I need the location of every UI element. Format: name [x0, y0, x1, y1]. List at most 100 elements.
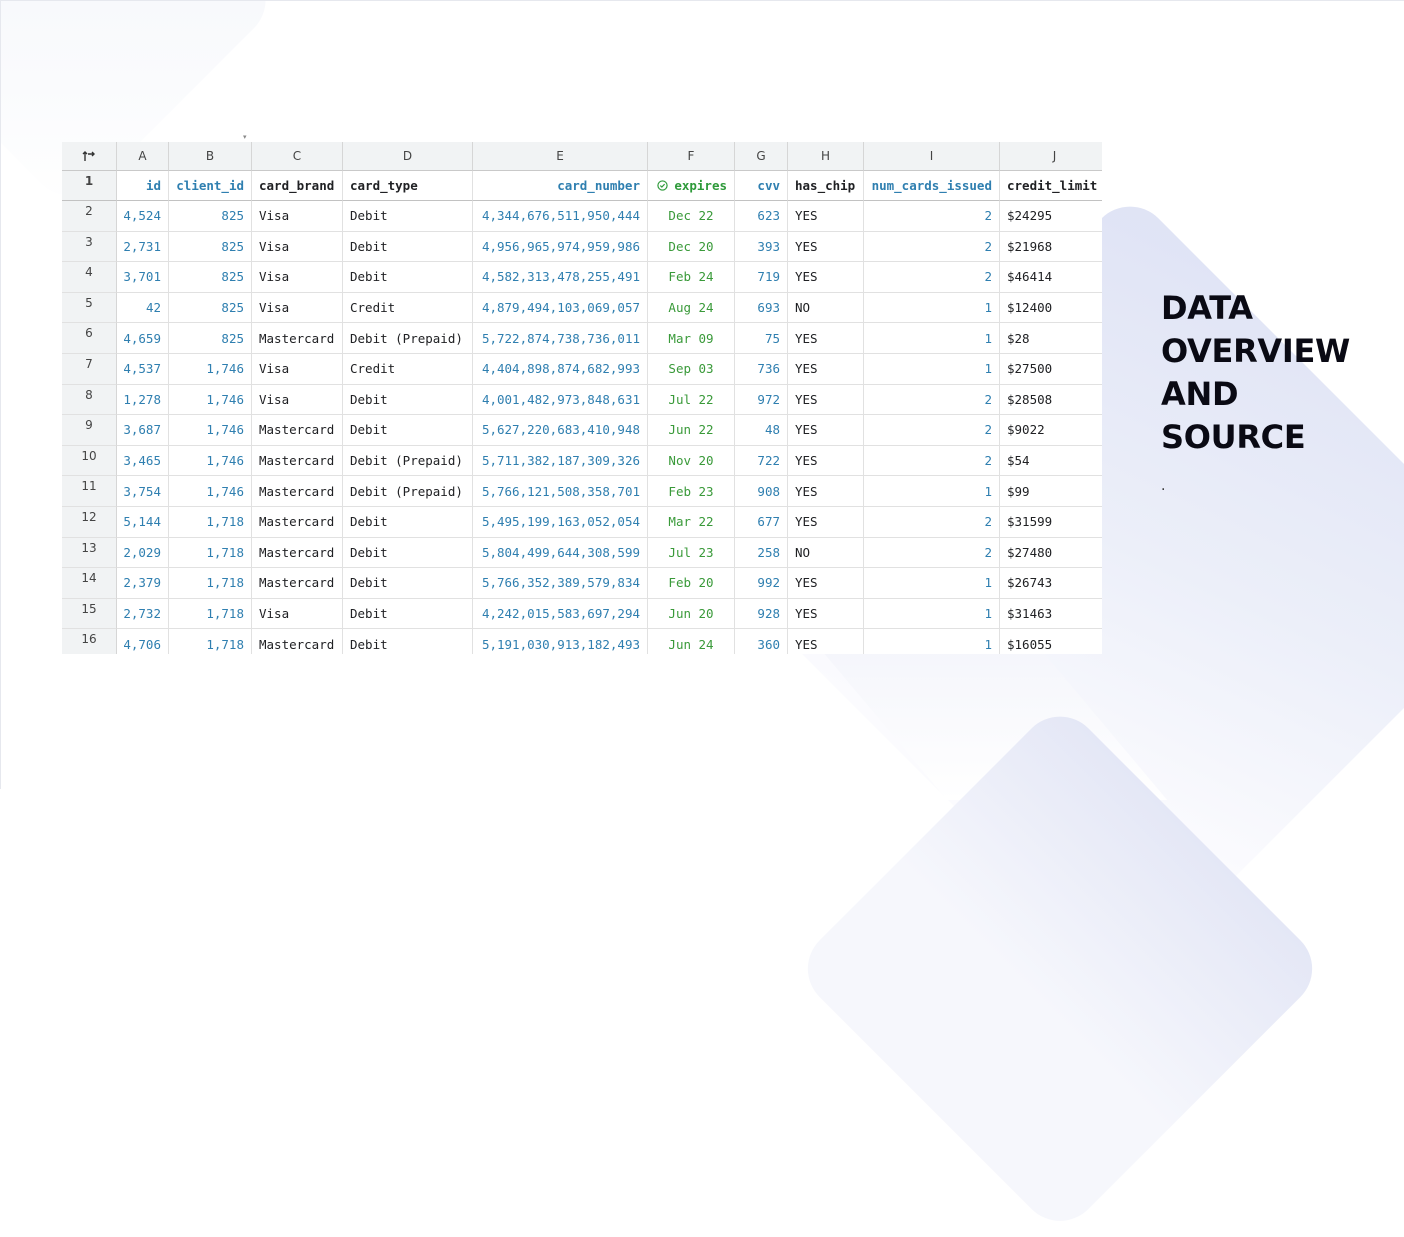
column-header-g[interactable]: G	[735, 142, 788, 171]
cell-card-type[interactable]: Debit	[343, 537, 473, 569]
cell-client-id[interactable]: 1,718	[169, 537, 252, 569]
row-number[interactable]: 13	[62, 537, 117, 569]
cell-credit-limit[interactable]: $27480	[1000, 538, 1102, 569]
cell-id[interactable]: 4,706	[117, 629, 169, 654]
cell-card-brand[interactable]: Mastercard	[252, 629, 343, 654]
cell-client-id[interactable]: 1,746	[169, 384, 252, 416]
column-header-f[interactable]: F	[648, 142, 735, 171]
cell-card-brand[interactable]: Mastercard	[252, 445, 343, 477]
cell-card-type[interactable]: Debit (Prepaid)	[343, 476, 473, 507]
cell-num-cards-issued[interactable]: 2	[864, 231, 1000, 263]
row-number[interactable]: 14	[62, 568, 117, 599]
cell-num-cards-issued[interactable]: 1	[864, 598, 1000, 630]
cell-client-id[interactable]: 1,746	[169, 476, 252, 507]
cell-client-id[interactable]: 1,718	[169, 568, 252, 599]
cell-credit-limit[interactable]: $9022	[1000, 415, 1102, 446]
cell-num-cards-issued[interactable]: 1	[864, 476, 1000, 507]
cell-num-cards-issued[interactable]: 2	[864, 445, 1000, 477]
cell-has-chip[interactable]: YES	[788, 507, 864, 538]
cell-id[interactable]: 4,524	[117, 201, 169, 232]
cell-card-number[interactable]: 4,879,494,103,069,057	[473, 292, 648, 324]
cell-has-chip[interactable]: YES	[788, 476, 864, 507]
cell-cvv[interactable]: 992	[735, 568, 788, 599]
cell-client-id[interactable]: 1,718	[169, 598, 252, 630]
cell-client-id[interactable]: 1,718	[169, 507, 252, 538]
row-number[interactable]: 8	[62, 384, 117, 416]
cell-num-cards-issued[interactable]: 2	[864, 537, 1000, 569]
cell-card-number[interactable]: 5,191,030,913,182,493	[473, 629, 648, 654]
cell-card-type[interactable]: Debit	[343, 629, 473, 654]
cell-num-cards-issued[interactable]: 2	[864, 201, 1000, 232]
cell-client-id[interactable]: 825	[169, 262, 252, 293]
cell-expires[interactable]: Mar 09	[648, 323, 735, 354]
cell-has-chip[interactable]: YES	[788, 629, 864, 654]
cell-expires[interactable]: Jun 20	[648, 598, 735, 630]
cell-card-type[interactable]: Debit (Prepaid)	[343, 445, 473, 477]
cell-has-chip[interactable]: NO	[788, 537, 864, 569]
field-num-cards-issued[interactable]: num_cards_issued	[864, 171, 1000, 201]
row-number[interactable]: 10	[62, 445, 117, 477]
cell-has-chip[interactable]: YES	[788, 568, 864, 599]
cell-card-number[interactable]: 4,956,965,974,959,986	[473, 231, 648, 263]
cell-cvv[interactable]: 623	[735, 201, 788, 232]
cell-card-type[interactable]: Debit	[343, 598, 473, 630]
cell-card-brand[interactable]: Mastercard	[252, 568, 343, 599]
cell-cvv[interactable]: 677	[735, 507, 788, 538]
cell-cvv[interactable]: 908	[735, 476, 788, 507]
row-number[interactable]: 2	[62, 201, 117, 232]
cell-card-brand[interactable]: Visa	[252, 292, 343, 324]
cell-num-cards-issued[interactable]: 2	[864, 415, 1000, 446]
cell-card-type[interactable]: Debit	[343, 568, 473, 599]
cell-expires[interactable]: Jun 22	[648, 415, 735, 446]
cell-card-number[interactable]: 5,766,121,508,358,701	[473, 476, 648, 507]
cell-card-number[interactable]: 5,722,874,738,736,011	[473, 323, 648, 354]
cell-credit-limit[interactable]: $21968	[1000, 232, 1102, 263]
cell-card-brand[interactable]: Mastercard	[252, 537, 343, 569]
cell-card-type[interactable]: Debit	[343, 415, 473, 446]
field-client-id[interactable]: client_id	[169, 171, 252, 201]
cell-expires[interactable]: Feb 23	[648, 476, 735, 507]
cell-num-cards-issued[interactable]: 1	[864, 354, 1000, 385]
cell-card-brand[interactable]: Mastercard	[252, 415, 343, 446]
cell-card-type[interactable]: Credit	[343, 292, 473, 324]
cell-card-brand[interactable]: Mastercard	[252, 476, 343, 507]
field-has-chip[interactable]: has_chip	[788, 171, 864, 201]
cell-card-number[interactable]: 5,495,199,163,052,054	[473, 507, 648, 538]
cell-has-chip[interactable]: YES	[788, 384, 864, 416]
row-number[interactable]: 3	[62, 231, 117, 263]
cell-credit-limit[interactable]: $28508	[1000, 385, 1102, 416]
row-number[interactable]: 5	[62, 292, 117, 324]
cell-credit-limit[interactable]: $31599	[1000, 507, 1102, 538]
cell-card-brand[interactable]: Visa	[252, 598, 343, 630]
cell-id[interactable]: 3,465	[117, 445, 169, 477]
cell-credit-limit[interactable]: $31463	[1000, 599, 1102, 630]
select-all-corner[interactable]	[62, 142, 117, 171]
column-header-j[interactable]: J	[1000, 142, 1102, 171]
cell-id[interactable]: 5,144	[117, 507, 169, 538]
cell-id[interactable]: 3,687	[117, 415, 169, 446]
cell-card-type[interactable]: Debit	[343, 201, 473, 232]
cell-expires[interactable]: Dec 22	[648, 201, 735, 232]
cell-card-number[interactable]: 4,344,676,511,950,444	[473, 201, 648, 232]
cell-card-brand[interactable]: Visa	[252, 384, 343, 416]
cell-client-id[interactable]: 1,718	[169, 629, 252, 654]
row-number[interactable]: 16	[62, 629, 117, 654]
cell-num-cards-issued[interactable]: 2	[864, 507, 1000, 538]
cell-cvv[interactable]: 360	[735, 629, 788, 654]
column-header-b[interactable]: B	[169, 142, 252, 171]
column-header-h[interactable]: H	[788, 142, 864, 171]
cell-card-brand[interactable]: Visa	[252, 262, 343, 293]
cell-expires[interactable]: Jul 23	[648, 537, 735, 569]
cell-id[interactable]: 2,731	[117, 231, 169, 263]
cell-card-type[interactable]: Debit	[343, 231, 473, 263]
cell-expires[interactable]: Aug 24	[648, 292, 735, 324]
field-card-type[interactable]: card_type	[343, 171, 473, 201]
field-card-brand[interactable]: card_brand	[252, 171, 343, 201]
cell-has-chip[interactable]: YES	[788, 445, 864, 477]
cell-cvv[interactable]: 48	[735, 415, 788, 446]
cell-num-cards-issued[interactable]: 2	[864, 384, 1000, 416]
cell-expires[interactable]: Dec 20	[648, 231, 735, 263]
cell-has-chip[interactable]: YES	[788, 598, 864, 630]
cell-client-id[interactable]: 1,746	[169, 354, 252, 385]
cell-id[interactable]: 4,537	[117, 354, 169, 385]
